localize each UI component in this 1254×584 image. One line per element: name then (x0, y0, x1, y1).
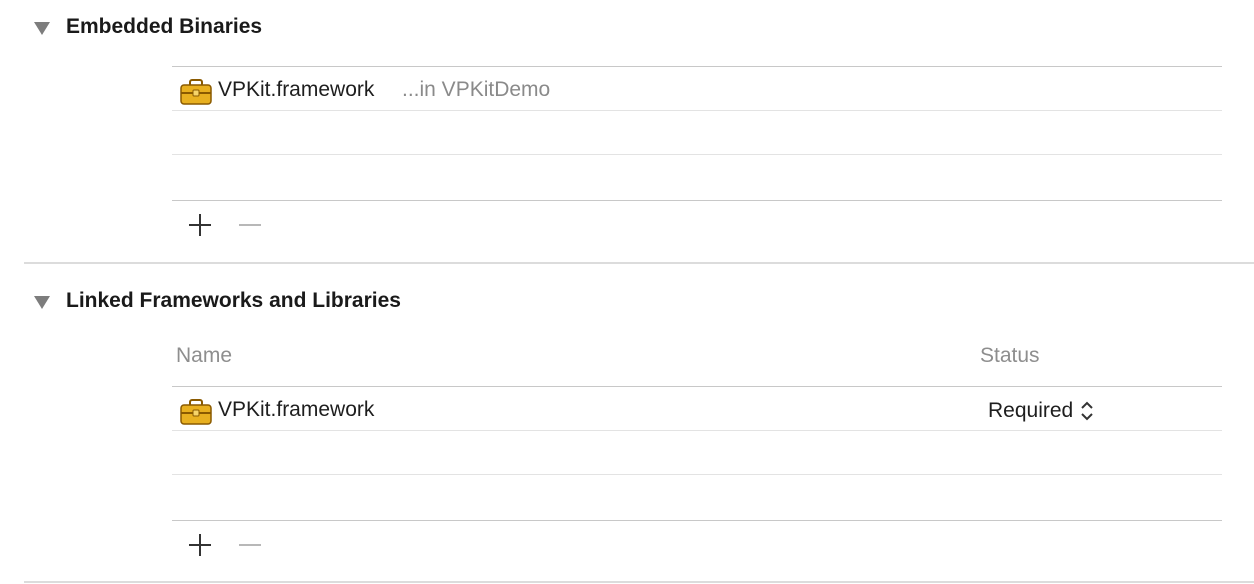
up-down-chevron-icon (1081, 401, 1093, 421)
linked-remove-button[interactable] (236, 531, 264, 559)
plus-icon (189, 534, 211, 556)
embedded-row[interactable]: VPKit.framework ...in VPKitDemo (172, 68, 1222, 112)
status-popup-button[interactable]: Required (988, 398, 1095, 424)
embedded-row-separator (172, 154, 1222, 155)
linked-table-top-border (172, 386, 1222, 387)
status-value: Required (988, 399, 1074, 422)
column-header-status[interactable]: Status (980, 344, 1040, 368)
minus-icon (239, 544, 261, 546)
embedded-row-separator (172, 110, 1222, 111)
plus-icon (189, 214, 211, 236)
embedded-table-top-border (172, 66, 1222, 67)
embedded-remove-button[interactable] (236, 211, 264, 239)
embedded-item-name: VPKit.framework (218, 78, 375, 101)
linked-table-bottom-border (172, 520, 1222, 521)
framework-toolbox-icon (180, 399, 212, 425)
minus-icon (239, 224, 261, 226)
linked-row-separator (172, 474, 1222, 475)
column-header-name[interactable]: Name (176, 344, 232, 368)
linked-section-title: Linked Frameworks and Libraries (66, 289, 401, 312)
section-divider (24, 581, 1254, 583)
section-divider (24, 262, 1254, 264)
embedded-table-bottom-border (172, 200, 1222, 201)
embedded-disclosure-triangle-icon[interactable] (34, 22, 50, 35)
linked-row[interactable]: VPKit.framework Required (172, 388, 1222, 432)
embedded-add-button[interactable] (186, 211, 214, 239)
embedded-section-title: Embedded Binaries (66, 15, 263, 38)
linked-disclosure-triangle-icon[interactable] (34, 296, 50, 309)
linked-item-name: VPKit.framework (218, 398, 375, 421)
linked-row-separator (172, 430, 1222, 431)
linked-add-button[interactable] (186, 531, 214, 559)
framework-toolbox-icon (180, 79, 212, 105)
embedded-item-location: ...in VPKitDemo (402, 78, 551, 101)
